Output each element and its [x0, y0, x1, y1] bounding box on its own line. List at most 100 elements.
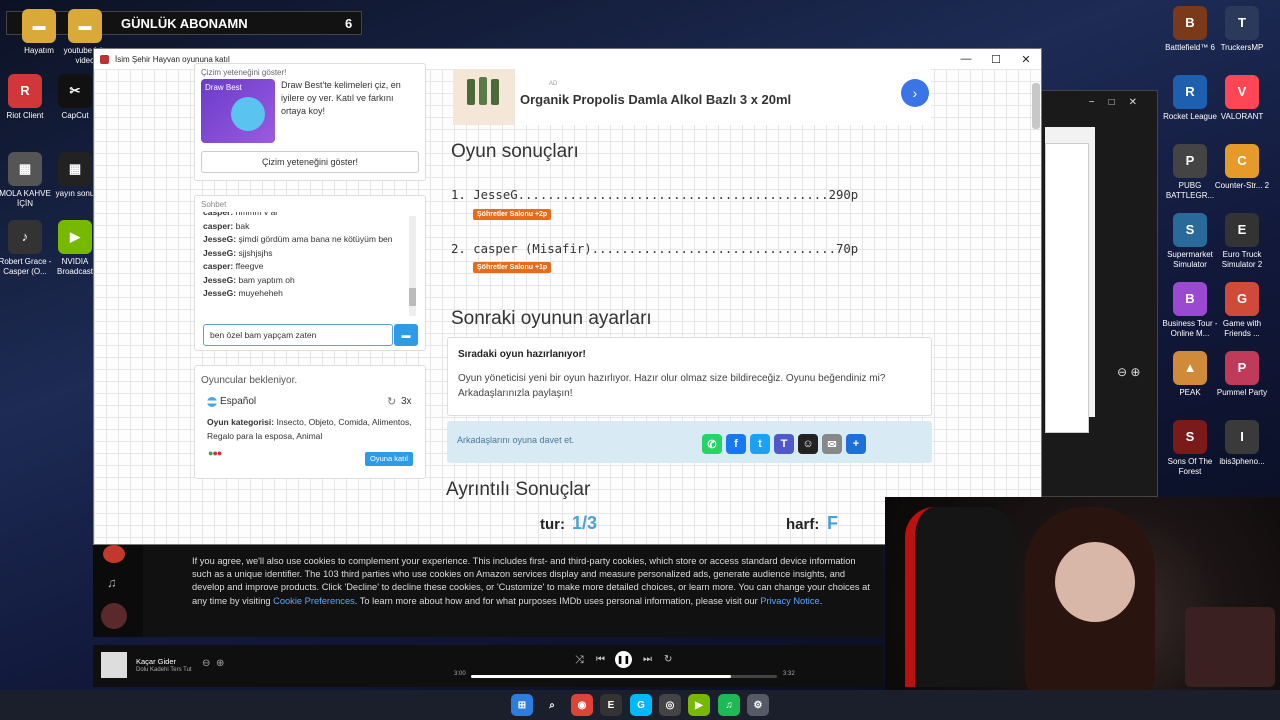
chat-scrollbar[interactable] [409, 216, 416, 316]
chat-messages: casper: hmmm v ar casper: bak JesseG: şimd… [203, 212, 403, 316]
track-title[interactable]: Kaçar Gider [136, 657, 176, 666]
chat-message: JesseG: bam yaptım oh [203, 274, 403, 288]
nvidia-icon: ▶ [58, 220, 92, 254]
promo-description: Draw Best'te kelimeleri çiz, en iyilere … [281, 80, 401, 116]
chat-username: JesseG: [203, 274, 237, 285]
twitter-icon[interactable]: t [750, 434, 770, 454]
folder-icon: ▬ [68, 9, 102, 43]
track-artist[interactable]: Dolu Kadehi Ters Tut [136, 667, 192, 673]
desktop-shortcut[interactable]: C Counter-Str... 2 [1211, 144, 1273, 191]
ad-next-button[interactable]: › [901, 79, 929, 107]
chat-username: JesseG: [203, 247, 237, 258]
letter-label: harf: [786, 516, 820, 533]
chat-message: casper: hmmm v ar [203, 212, 403, 220]
person-face [1055, 542, 1135, 622]
chat-message: JesseG: şimdi gördüm ama bana ne kötüyüm… [203, 233, 403, 247]
next-settings-title: Sonraki oyunun ayarları [451, 308, 652, 329]
maximize-button[interactable]: ☐ [981, 49, 1011, 69]
album-thumbnail[interactable] [103, 545, 125, 563]
shuffle-icon[interactable]: ⤨ [575, 654, 584, 667]
settings-icon[interactable]: ⚙ [747, 694, 769, 716]
battlefield-icon: B [1173, 6, 1207, 40]
desktop-shortcut-label: VALORANT [1220, 112, 1264, 121]
desktop-shortcut-label: TruckersMP [1220, 43, 1264, 52]
desktop-shortcut[interactable]: T TruckersMP [1211, 6, 1273, 53]
gaming-chair [905, 507, 1015, 687]
cookie-notice: If you agree, we'll also use cookies to … [143, 545, 883, 637]
page-content: Çizim yeteneğini göster! Draw Best Draw … [94, 63, 1041, 544]
chat-scrollbar-thumb[interactable] [409, 288, 416, 306]
background-window: −□✕ ⊖ ⊕ [1040, 90, 1158, 497]
draw-best-promo: Çizim yeteneğini göster! Draw Best Draw … [194, 63, 426, 181]
cs2-icon: C [1225, 144, 1259, 178]
cookie-preferences-link[interactable]: Cookie Preferences [273, 596, 355, 606]
previous-icon[interactable]: ⏮ [596, 654, 605, 665]
dislike-icon[interactable]: ⊖ [202, 658, 210, 669]
teams-icon[interactable]: T [774, 434, 794, 454]
chevron-right-icon: › [912, 85, 918, 101]
ad-banner[interactable]: AD Organik Propolis Damla Alkol Bazlı 3 … [453, 69, 931, 125]
desktop-shortcut[interactable]: E Euro Truck Simulator 2 [1211, 213, 1273, 270]
facebook-icon[interactable]: f [726, 434, 746, 454]
desktop-shortcut[interactable]: P Pummel Party [1211, 351, 1273, 398]
draw-best-logo: Draw Best [201, 79, 275, 143]
overlay-title: GÜNLÜK ABONAMN [121, 15, 248, 31]
result-row: 1. JesseG...............................… [451, 188, 859, 202]
progress-track[interactable] [471, 675, 777, 678]
desktop-shortcut[interactable]: G Game with Friends ... [1211, 282, 1273, 339]
desktop-shortcut[interactable]: Iibis3pheno... [1211, 420, 1273, 467]
spotify-icon[interactable]: ♫ [718, 694, 740, 716]
chrome-icon[interactable]: ◉ [571, 694, 593, 716]
chat-username: casper: [203, 220, 234, 231]
ets2-icon: E [1225, 213, 1259, 247]
snapchat-icon[interactable]: ☺ [798, 434, 818, 454]
letter-value: F [827, 513, 838, 533]
send-message-button[interactable]: ▬ [394, 324, 418, 346]
chat-text: ffeegve [235, 261, 264, 271]
zoom-controls[interactable]: ⊖ ⊕ [1117, 365, 1140, 379]
round-value: 1/3 [572, 513, 598, 533]
desktop-shortcut[interactable]: V VALORANT [1211, 75, 1273, 122]
close-button[interactable]: ✕ [1011, 49, 1041, 69]
players-icon: ●●● [208, 448, 222, 458]
result-row: 2. casper (Misafir).....................… [451, 242, 859, 256]
desktop-shortcut-label: Euro Truck Simulator 2 [1221, 250, 1263, 269]
promo-button[interactable]: Çizim yeteneğini göster! [201, 151, 419, 173]
whatsapp-icon[interactable]: ✆ [702, 434, 722, 454]
ad-title[interactable]: Organik Propolis Damla Alkol Bazlı 3 x 2… [520, 92, 791, 107]
overlay-count: 6 [345, 15, 353, 31]
chat-username: JesseG: [203, 288, 237, 298]
share-icon[interactable]: + [846, 434, 866, 454]
nvidia-app-icon[interactable]: ▶ [688, 694, 710, 716]
desktop-shortcut-label: Game with Friends ... [1222, 319, 1262, 338]
refresh-icon: ↻ [387, 396, 397, 408]
privacy-notice-link[interactable]: Privacy Notice [760, 596, 819, 606]
pause-button[interactable]: ❚❚ [615, 651, 632, 668]
pummel-party-icon: P [1225, 351, 1259, 385]
avatar[interactable] [101, 603, 127, 629]
desktop-shortcut-label: ibis3pheno... [1219, 457, 1265, 466]
music-note-icon[interactable]: ♫ [107, 575, 117, 590]
email-icon[interactable]: ✉ [822, 434, 842, 454]
business-tour-icon: B [1173, 282, 1207, 316]
minimize-button[interactable]: — [951, 49, 981, 69]
audio-icon: ♪ [8, 220, 42, 254]
app-sidebar: ♫ [93, 545, 143, 637]
obs-icon[interactable]: ◎ [659, 694, 681, 716]
chat-panel: Sohbet casper: hmmm v ar casper: bak Jesse… [194, 195, 426, 351]
search-icon[interactable]: ⌕ [541, 694, 563, 716]
logitech-icon[interactable]: G [630, 694, 652, 716]
epic-games-icon[interactable]: E [600, 694, 622, 716]
repeat-icon[interactable]: ↻ [664, 654, 672, 665]
page-scrollbar[interactable] [1032, 83, 1040, 129]
peak-icon: ▲ [1173, 351, 1207, 385]
valorant-icon: V [1225, 75, 1259, 109]
like-icon[interactable]: ⊕ [216, 658, 224, 669]
next-icon[interactable]: ⏭ [643, 654, 652, 665]
draw-best-logo-text: Draw Best [205, 83, 242, 92]
join-game-button[interactable]: Oyuna katıl [365, 452, 413, 466]
results-title: Oyun sonuçları [451, 141, 579, 162]
windows-start-icon[interactable]: ⊞ [511, 694, 533, 716]
chat-input[interactable]: ben özel bam yapçam zaten [203, 324, 393, 346]
promo-header: Çizim yeteneğini göster! [201, 68, 287, 77]
